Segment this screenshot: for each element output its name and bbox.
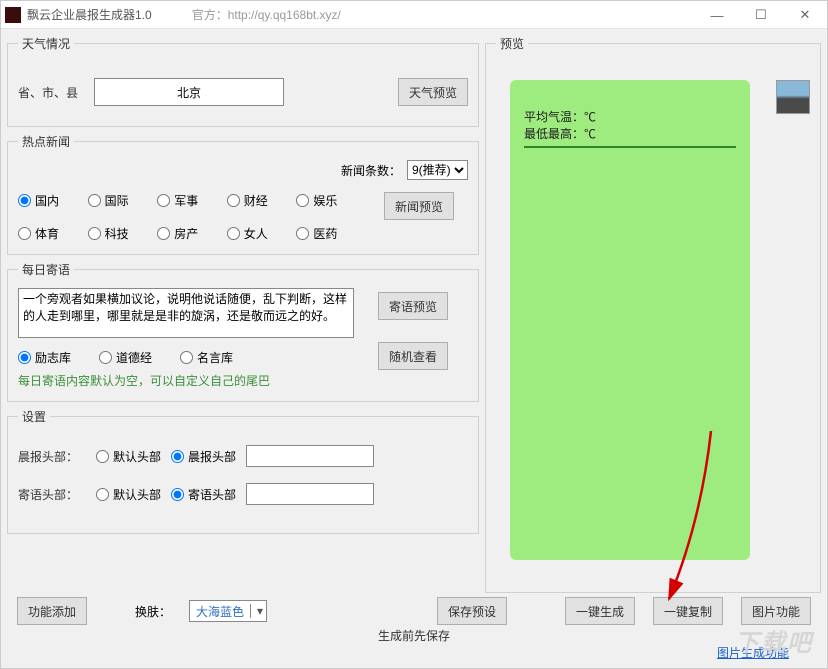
minimize-button[interactable]: — bbox=[695, 1, 739, 29]
bottom-bar: 功能添加 换肤： 大海蓝色▾ 保存预设 一键生成 一键复制 图片功能 bbox=[1, 595, 827, 625]
news-radio-房产[interactable]: 房产 bbox=[157, 225, 219, 242]
news-legend: 热点新闻 bbox=[18, 133, 74, 150]
news-radio-财经[interactable]: 财经 bbox=[227, 192, 289, 209]
settings-legend: 设置 bbox=[18, 408, 50, 425]
morning-custom-radio[interactable]: 晨报头部 bbox=[171, 448, 236, 465]
weather-preview-button[interactable]: 天气预览 bbox=[398, 78, 468, 106]
preview-legend: 预览 bbox=[496, 35, 528, 52]
news-count-label: 新闻条数： bbox=[341, 162, 401, 179]
content-area: 天气情况 省、市、县 天气预览 热点新闻 新闻条数： 9(推荐) 国内国际军事财… bbox=[1, 29, 827, 595]
weather-label: 省、市、县 bbox=[18, 84, 86, 101]
avatar bbox=[776, 80, 810, 114]
quote-default-radio[interactable]: 默认头部 bbox=[96, 486, 161, 503]
news-radio-国内[interactable]: 国内 bbox=[18, 192, 80, 209]
left-column: 天气情况 省、市、县 天气预览 热点新闻 新闻条数： 9(推荐) 国内国际军事财… bbox=[7, 35, 479, 593]
quote-head-label: 寄语头部： bbox=[18, 486, 86, 503]
news-radio-医药[interactable]: 医药 bbox=[296, 225, 358, 242]
quote-section: 每日寄语 励志库 道德经 名言库 每日寄语内容默认为空，可以自定义自己的尾巴 寄语预… bbox=[7, 261, 479, 402]
window-url: 官方：http://qy.qq168bt.xyz/ bbox=[192, 6, 341, 23]
settings-section: 设置 晨报头部： 默认头部 晨报头部 寄语头部： 默认头部 寄语头部 bbox=[7, 408, 479, 534]
quote-radio-道德经[interactable]: 道德经 bbox=[99, 349, 152, 366]
skin-label: 换肤： bbox=[135, 603, 171, 620]
app-icon bbox=[5, 7, 21, 23]
news-radio-国际[interactable]: 国际 bbox=[88, 192, 150, 209]
right-column: 预览 平均气温：℃ 最低最高：℃ bbox=[485, 35, 821, 593]
pic-feature-button[interactable]: 图片功能 bbox=[741, 597, 811, 625]
quote-source-radios: 励志库 道德经 名言库 bbox=[18, 349, 354, 366]
news-radio-体育[interactable]: 体育 bbox=[18, 225, 80, 242]
window-controls: — ☐ ✕ bbox=[695, 1, 827, 29]
news-preview-button[interactable]: 新闻预览 bbox=[384, 192, 454, 220]
quote-custom-radio[interactable]: 寄语头部 bbox=[171, 486, 236, 503]
range-temp-line: 最低最高：℃ bbox=[524, 125, 736, 142]
location-input[interactable] bbox=[94, 78, 284, 106]
morning-default-radio[interactable]: 默认头部 bbox=[96, 448, 161, 465]
save-preset-button[interactable]: 保存预设 bbox=[437, 597, 507, 625]
one-copy-button[interactable]: 一键复制 bbox=[653, 597, 723, 625]
pic-link-row: 图片生成功能 bbox=[1, 644, 827, 661]
news-category-radios: 国内国际军事财经娱乐体育科技房产女人医药 bbox=[18, 192, 358, 242]
quote-hint: 每日寄语内容默认为空，可以自定义自己的尾巴 bbox=[18, 372, 354, 389]
quote-random-button[interactable]: 随机查看 bbox=[378, 342, 448, 370]
news-radio-科技[interactable]: 科技 bbox=[88, 225, 150, 242]
add-feature-button[interactable]: 功能添加 bbox=[17, 597, 87, 625]
news-radio-女人[interactable]: 女人 bbox=[227, 225, 289, 242]
news-count-select[interactable]: 9(推荐) bbox=[407, 160, 468, 180]
maximize-button[interactable]: ☐ bbox=[739, 1, 783, 29]
close-button[interactable]: ✕ bbox=[783, 1, 827, 29]
morning-head-label: 晨报头部： bbox=[18, 448, 86, 465]
quote-textarea[interactable] bbox=[18, 288, 354, 338]
chat-bubble: 平均气温：℃ 最低最高：℃ bbox=[510, 80, 750, 560]
weather-legend: 天气情况 bbox=[18, 35, 74, 52]
weather-section: 天气情况 省、市、县 天气预览 bbox=[7, 35, 479, 127]
one-generate-button[interactable]: 一键生成 bbox=[565, 597, 635, 625]
app-window: 飘云企业晨报生成器1.0 官方：http://qy.qq168bt.xyz/ —… bbox=[0, 0, 828, 669]
news-radio-娱乐[interactable]: 娱乐 bbox=[296, 192, 358, 209]
quote-head-input[interactable] bbox=[246, 483, 374, 505]
bubble-divider bbox=[524, 146, 736, 148]
news-radio-军事[interactable]: 军事 bbox=[157, 192, 219, 209]
chevron-down-icon[interactable]: ▾ bbox=[250, 604, 266, 618]
pic-generate-link[interactable]: 图片生成功能 bbox=[717, 646, 789, 660]
morning-head-input[interactable] bbox=[246, 445, 374, 467]
save-caption: 生成前先保存 bbox=[1, 627, 827, 644]
quote-preview-button[interactable]: 寄语预览 bbox=[378, 292, 448, 320]
window-title: 飘云企业晨报生成器1.0 bbox=[27, 6, 152, 23]
quote-legend: 每日寄语 bbox=[18, 261, 74, 278]
avg-temp-line: 平均气温：℃ bbox=[524, 108, 736, 125]
quote-radio-名言库[interactable]: 名言库 bbox=[180, 349, 233, 366]
preview-section: 预览 平均气温：℃ 最低最高：℃ bbox=[485, 35, 821, 593]
news-section: 热点新闻 新闻条数： 9(推荐) 国内国际军事财经娱乐体育科技房产女人医药 新闻… bbox=[7, 133, 479, 255]
skin-select[interactable]: 大海蓝色▾ bbox=[189, 600, 267, 622]
quote-radio-励志库[interactable]: 励志库 bbox=[18, 349, 71, 366]
titlebar: 飘云企业晨报生成器1.0 官方：http://qy.qq168bt.xyz/ —… bbox=[1, 1, 827, 29]
